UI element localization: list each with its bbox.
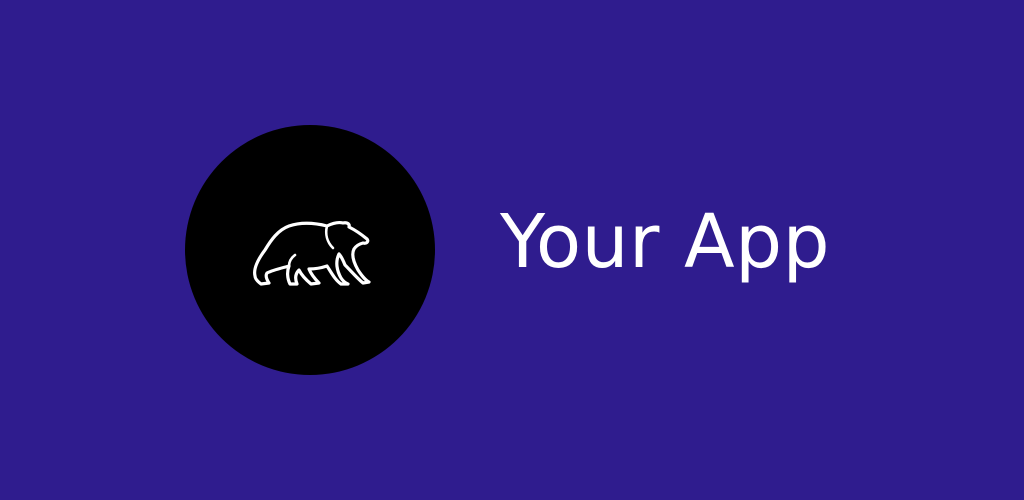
app-banner: Your App [0, 0, 1024, 500]
bear-icon [245, 208, 375, 292]
app-logo [185, 125, 435, 375]
app-title: Your App [500, 199, 831, 285]
